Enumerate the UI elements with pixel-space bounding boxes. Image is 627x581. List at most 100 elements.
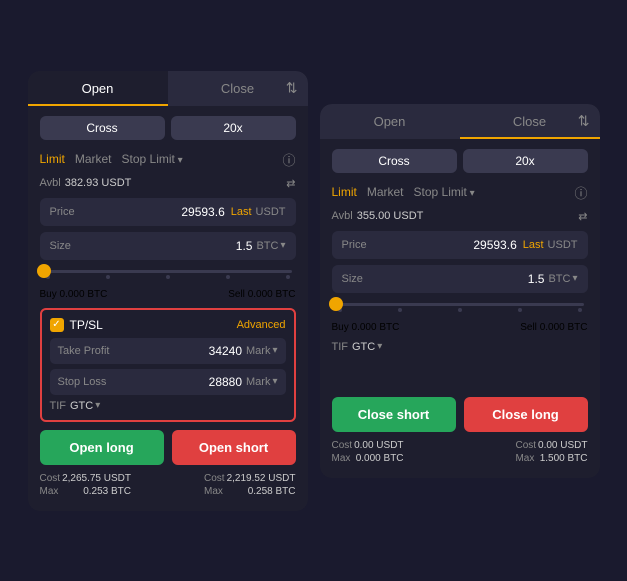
right-cost-long-value: 0.00 USDT [538,440,587,451]
avbl-unit: USDT [101,177,131,189]
left-buy-sell-row: Buy 0.000 BTC Sell 0.000 BTC [40,289,296,300]
multiplier-button[interactable]: 20x [171,116,296,140]
right-size-field[interactable]: Size 1.5 BTC ▾ [332,265,588,293]
right-multiplier-button[interactable]: 20x [463,149,588,173]
right-leverage-row: Cross 20x [332,149,588,173]
close-long-button[interactable]: Close long [464,397,588,432]
right-tif-value: GTC [352,341,375,353]
right-avbl-label: Avbl [332,210,353,222]
right-limit-btn[interactable]: Limit [332,185,357,199]
right-size-label: Size [342,273,382,285]
cost-long-value: 2,265.75 USDT [62,473,131,484]
slider-dot-2 [166,275,170,279]
right-buy-value: 0.000 BTC [352,322,400,333]
market-btn[interactable]: Market [75,152,112,166]
right-cost-long-row: Cost 0.00 USDT [515,440,587,451]
right-slider-thumb[interactable] [329,297,343,311]
right-transfer-icon[interactable]: ⇄ [578,210,587,223]
sell-label: Sell 0.000 BTC [228,289,295,300]
right-cost-long: Cost 0.00 USDT Max 1.500 BTC [515,440,587,466]
close-short-button[interactable]: Close short [332,397,456,432]
right-tif-row: TIF GTC ▾ [332,341,588,353]
take-profit-field[interactable]: Take Profit 34240 Mark ▾ [50,338,286,364]
avbl-amount: 382.93 [65,177,99,189]
max-long-label: Max [40,486,59,497]
left-price-field[interactable]: Price 29593.6 Last USDT [40,198,296,226]
tpsl-label: TP/SL [70,318,103,332]
right-sell-text: Sell [520,322,537,333]
open-short-button[interactable]: Open short [172,430,296,465]
slider-thumb[interactable] [37,264,51,278]
right-action-row: Close short Close long [332,397,588,432]
max-long-value: 0.253 BTC [83,486,131,497]
left-action-row: Open long Open short [40,430,296,465]
buy-text: Buy [40,289,57,300]
open-long-button[interactable]: Open long [40,430,164,465]
right-info-icon[interactable]: ⓘ [574,183,587,202]
limit-btn[interactable]: Limit [40,152,65,166]
info-icon[interactable]: ⓘ [282,150,295,169]
right-max-long-value: 1.500 BTC [540,453,588,464]
tif-value: GTC [70,400,93,412]
right-tif-label: TIF [332,341,349,353]
tpsl-header: TP/SL Advanced [50,318,286,332]
slider-dots [44,275,292,279]
right-size-value: 1.5 [528,272,545,286]
right-cross-button[interactable]: Cross [332,149,457,173]
right-panel-body: Cross 20x Limit Market Stop Limit ⓘ Avbl… [320,139,600,466]
cost-short-label: Cost [204,473,225,484]
left-tab-open[interactable]: Open [28,71,168,106]
tif-label: TIF [50,400,67,412]
max-short-value: 0.258 BTC [248,486,296,497]
size-dropdown-arrow[interactable]: ▾ [280,240,285,251]
right-price-unit: USDT [548,239,578,251]
take-profit-label: Take Profit [58,345,123,357]
tif-arrow[interactable]: ▾ [95,400,100,411]
right-size-dropdown-arrow[interactable]: ▾ [572,273,577,284]
right-slider-dot-4 [578,308,582,312]
right-cost-long-label: Cost [515,440,536,451]
settings-icon[interactable]: ⇅ [286,80,298,97]
stop-loss-value: 28880 [209,375,242,389]
right-tab-open-label: Open [374,114,406,129]
tpsl-box: TP/SL Advanced Take Profit 34240 Mark ▾ … [40,308,296,422]
transfer-icon[interactable]: ⇄ [286,177,295,190]
cross-button[interactable]: Cross [40,116,165,140]
left-panel: Open Close ⇅ Cross 20x Limit Market Stop… [28,71,308,511]
right-last-label: Last [523,239,544,251]
right-tif-arrow[interactable]: ▾ [377,341,382,352]
right-max-long-row: Max 1.500 BTC [515,453,587,464]
right-avbl-value: 355.00 USDT [357,210,424,222]
buy-value: 0.000 BTC [60,289,108,300]
max-long-row: Max 0.253 BTC [40,486,132,497]
stop-limit-btn[interactable]: Stop Limit [122,152,183,166]
cost-short-row: Cost 2,219.52 USDT [204,473,296,484]
avbl-value: 382.93 USDT [65,177,132,189]
right-market-btn[interactable]: Market [367,185,404,199]
right-buy-text: Buy [332,322,349,333]
right-max-short-label: Max [332,453,351,464]
left-leverage-row: Cross 20x [40,116,296,140]
size-label: Size [50,240,90,252]
max-short-label: Max [204,486,223,497]
left-avbl-row: Avbl 382.93 USDT ⇄ [40,177,296,190]
right-price-field[interactable]: Price 29593.6 Last USDT [332,231,588,259]
right-stop-limit-btn[interactable]: Stop Limit [414,185,475,199]
slider-dot-3 [226,275,230,279]
right-settings-icon[interactable]: ⇅ [578,113,590,130]
right-price-value: 29593.6 [473,238,516,252]
stop-loss-label: Stop Loss [58,376,123,388]
max-short-row: Max 0.258 BTC [204,486,296,497]
last-label: Last [231,206,252,218]
right-slider-track [336,303,584,306]
left-slider[interactable] [40,270,296,279]
left-size-field[interactable]: Size 1.5 BTC ▾ [40,232,296,260]
right-tab-open[interactable]: Open [320,104,460,139]
tpsl-advanced[interactable]: Advanced [237,319,286,331]
tpsl-checkbox[interactable] [50,318,64,332]
right-avbl-unit: USDT [393,210,423,222]
right-slider[interactable] [332,303,588,312]
left-cost-short: Cost 2,219.52 USDT Max 0.258 BTC [204,473,296,499]
size-unit: BTC [256,240,278,252]
stop-loss-field[interactable]: Stop Loss 28880 Mark ▾ [50,369,286,395]
